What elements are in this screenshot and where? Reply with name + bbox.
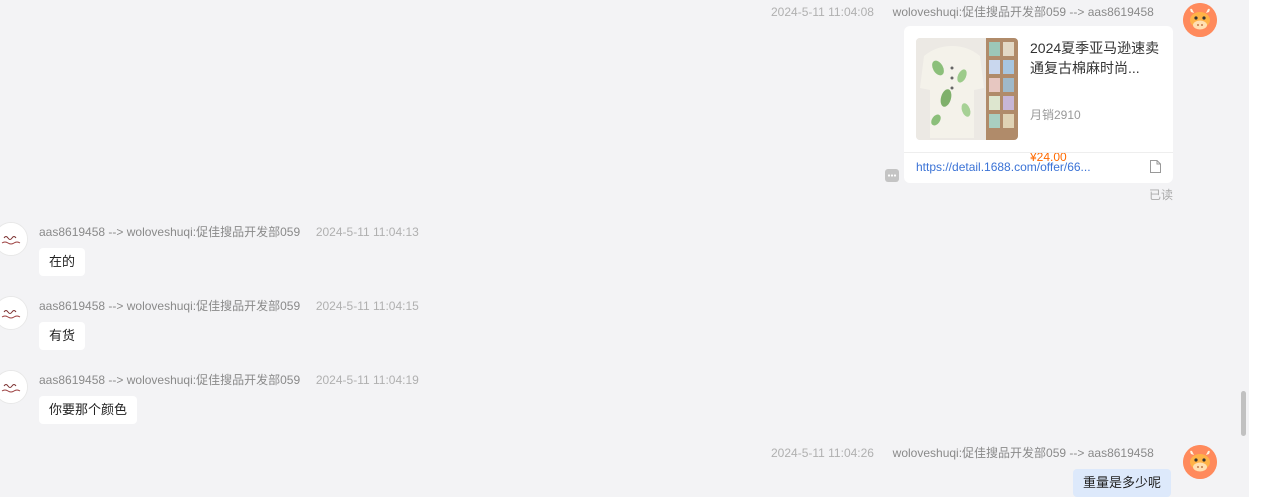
shop-logo-avatar[interactable] xyxy=(0,370,28,404)
message-meta: 2024-5-11 11:04:26 woloveshuqi:促佳搜品开发部05… xyxy=(771,444,1154,461)
message-bubble[interactable]: 重量是多少呢 xyxy=(1073,469,1172,497)
scrollbar-thumb[interactable] xyxy=(1241,391,1246,436)
product-card[interactable]: 2024夏季亚马逊速卖通复古棉麻时尚... 月销2910 ¥24.00 http… xyxy=(904,26,1173,183)
message-bubble[interactable]: 有货 xyxy=(39,322,86,350)
message-bubble[interactable]: 在的 xyxy=(39,248,86,276)
message-sender: woloveshuqi:促佳搜品开发部059 --> aas8619458 xyxy=(892,5,1154,19)
message-time: 2024-5-11 11:04:19 xyxy=(315,373,419,387)
read-status: 已读 xyxy=(1149,188,1174,202)
message-bubble[interactable]: 你要那个颜色 xyxy=(39,396,138,424)
message-sender: woloveshuqi:促佳搜品开发部059 --> aas8619458 xyxy=(892,446,1154,460)
side-panel-edge xyxy=(1249,0,1262,497)
message-sender: aas8619458 --> woloveshuqi:促佳搜品开发部059 xyxy=(39,225,301,239)
message-meta: aas8619458 --> woloveshuqi:促佳搜品开发部059 20… xyxy=(39,371,419,388)
document-icon[interactable] xyxy=(1150,160,1161,173)
shop-logo-avatar[interactable] xyxy=(0,222,28,256)
message-sender: aas8619458 --> woloveshuqi:促佳搜品开发部059 xyxy=(39,299,301,313)
message-sender: aas8619458 --> woloveshuqi:促佳搜品开发部059 xyxy=(39,373,301,387)
shop-logo-avatar[interactable] xyxy=(0,296,28,330)
cow-avatar-icon[interactable] xyxy=(1183,3,1217,37)
message-time: 2024-5-11 11:04:13 xyxy=(315,225,419,239)
more-options-icon[interactable] xyxy=(885,169,899,182)
message-time: 2024-5-11 11:04:15 xyxy=(315,299,419,313)
message-meta: aas8619458 --> woloveshuqi:促佳搜品开发部059 20… xyxy=(39,297,419,314)
cow-avatar-icon[interactable] xyxy=(1183,445,1217,479)
card-divider xyxy=(904,152,1173,153)
product-title[interactable]: 2024夏季亚马逊速卖通复古棉麻时尚... xyxy=(1030,38,1160,78)
product-sales: 月销2910 xyxy=(1030,108,1081,122)
product-image[interactable] xyxy=(916,38,1018,140)
product-link[interactable]: https://detail.1688.com/offer/66... xyxy=(916,160,1091,174)
message-time: 2024-5-11 11:04:08 xyxy=(771,5,874,19)
message-meta: aas8619458 --> woloveshuqi:促佳搜品开发部059 20… xyxy=(39,223,419,240)
message-time: 2024-5-11 11:04:26 xyxy=(771,446,874,460)
message-meta: 2024-5-11 11:04:08 woloveshuqi:促佳搜品开发部05… xyxy=(771,3,1154,20)
